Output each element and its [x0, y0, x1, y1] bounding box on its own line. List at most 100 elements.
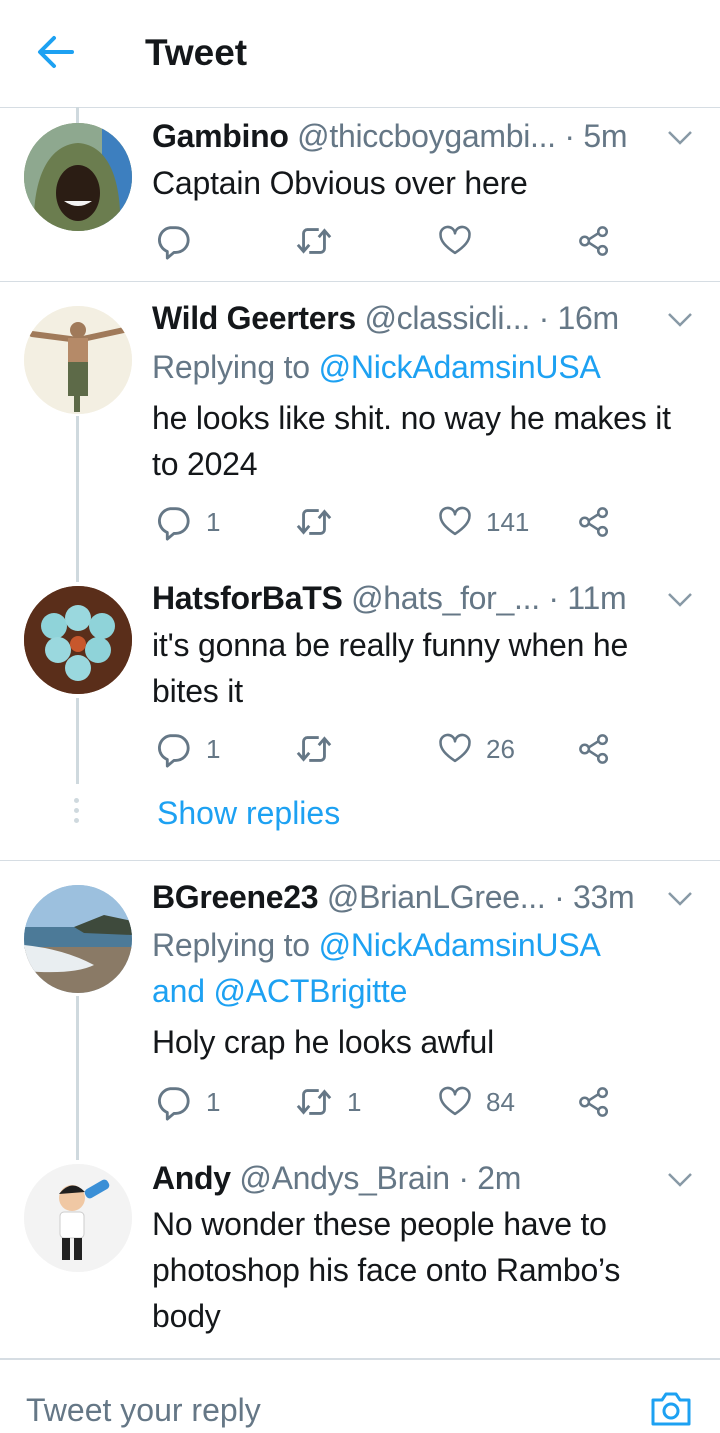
retweet-icon [295, 1083, 333, 1121]
reply-icon [154, 503, 192, 541]
tweet-header: HatsforBaTS @hats_for_... · 11m [152, 580, 627, 617]
camera-icon[interactable] [650, 1388, 692, 1428]
like-button[interactable] [438, 221, 472, 261]
share-button[interactable] [577, 502, 611, 542]
mention-link[interactable]: @NickAdamsinUSA [319, 927, 601, 963]
retweet-button[interactable] [295, 502, 333, 542]
tweet-text: it's gonna be really funny when he bites… [152, 627, 629, 709]
user-handle[interactable]: @Andys_Brain [239, 1160, 450, 1196]
replying-to: Replying to @NickAdamsinUSA [152, 344, 697, 390]
timestamp: · 5m [564, 118, 628, 154]
timestamp: · 16m [538, 300, 620, 336]
back-arrow-icon[interactable] [36, 30, 76, 74]
retweet-button[interactable] [295, 729, 333, 769]
reply-icon [154, 1083, 192, 1121]
avatar[interactable] [24, 885, 132, 993]
reply-icon [154, 730, 192, 768]
replying-to: Replying to @NickAdamsinUSA and @ACTBrig… [152, 922, 697, 1014]
top-bar: Tweet [0, 0, 720, 108]
tweet-header: Gambino @thiccboygambi... · 5m [152, 118, 627, 155]
share-icon [577, 732, 611, 766]
tweet-text: he looks like shit. no way he makes it t… [152, 400, 671, 482]
like-icon [438, 224, 472, 258]
tweet-text: Captain Obvious over here [152, 165, 528, 201]
reply-button[interactable]: 1 [154, 729, 220, 769]
share-button[interactable] [577, 221, 611, 261]
avatar[interactable] [24, 586, 132, 694]
like-button[interactable]: 26 [438, 729, 515, 769]
thread-line [76, 996, 79, 1160]
reply-count: 1 [206, 733, 221, 764]
reply-button[interactable] [154, 221, 192, 261]
like-count: 141 [486, 506, 530, 537]
tweet-actions: 1 1 84 [152, 1082, 622, 1122]
timestamp: · 33m [554, 879, 635, 915]
thread-dots [73, 798, 81, 828]
tweet-text: Holy crap he looks awful [152, 1024, 495, 1060]
mention-and: and [152, 973, 205, 1009]
share-icon [577, 1085, 611, 1119]
like-button[interactable]: 84 [438, 1082, 515, 1122]
thread-line [76, 416, 79, 582]
retweet-button[interactable]: 1 [295, 1082, 361, 1122]
avatar[interactable] [24, 306, 132, 414]
chevron-down-icon[interactable] [666, 1170, 694, 1190]
like-button[interactable]: 141 [438, 502, 529, 542]
display-name[interactable]: Wild Geerters [152, 300, 356, 336]
retweet-button[interactable] [295, 221, 333, 261]
user-handle[interactable]: @hats_for_... [351, 580, 540, 616]
user-handle[interactable]: @thiccboygambi... [297, 118, 556, 154]
tweet-header: BGreene23 @BrianLGree... · 33m [152, 879, 635, 916]
retweet-icon [295, 503, 333, 541]
tweet-actions: 1 26 [152, 729, 622, 769]
replying-to-prefix: Replying to [152, 927, 310, 963]
tweet-text: No wonder these people have to photoshop… [152, 1206, 621, 1334]
display-name[interactable]: BGreene23 [152, 879, 319, 915]
reply-count: 1 [206, 1086, 221, 1117]
tweet-header: Andy @Andys_Brain · 2m [152, 1160, 521, 1197]
display-name[interactable]: Gambino [152, 118, 289, 154]
reply-composer[interactable]: Tweet your reply [0, 1358, 720, 1433]
share-button[interactable] [577, 1082, 611, 1122]
tweet-actions: 1 141 [152, 502, 622, 542]
show-replies-link[interactable]: Show replies [157, 795, 340, 832]
thread-line [76, 698, 79, 784]
reply-icon [154, 222, 192, 260]
chevron-down-icon[interactable] [666, 590, 694, 610]
retweet-icon [295, 222, 333, 260]
share-icon [577, 224, 611, 258]
user-handle[interactable]: @BrianLGree... [327, 879, 546, 915]
user-handle[interactable]: @classicli... [364, 300, 530, 336]
divider [0, 281, 720, 282]
thread-line [76, 107, 79, 123]
display-name[interactable]: Andy [152, 1160, 231, 1196]
avatar[interactable] [24, 123, 132, 231]
chevron-down-icon[interactable] [666, 889, 694, 909]
like-icon [438, 1085, 472, 1119]
like-count: 84 [486, 1086, 515, 1117]
display-name[interactable]: HatsforBaTS [152, 580, 343, 616]
like-icon [438, 732, 472, 766]
mention-link[interactable]: @ACTBrigitte [214, 973, 408, 1009]
share-icon [577, 505, 611, 539]
share-button[interactable] [577, 729, 611, 769]
retweet-count: 1 [347, 1086, 362, 1117]
reply-button[interactable]: 1 [154, 502, 220, 542]
divider [0, 860, 720, 861]
tweet-header: Wild Geerters @classicli... · 16m [152, 300, 619, 337]
replying-to-prefix: Replying to [152, 349, 310, 385]
like-count: 26 [486, 733, 515, 764]
retweet-icon [295, 730, 333, 768]
reply-button[interactable]: 1 [154, 1082, 220, 1122]
like-icon [438, 505, 472, 539]
reply-input-placeholder[interactable]: Tweet your reply [26, 1392, 261, 1429]
timestamp: · 2m [458, 1160, 522, 1196]
avatar[interactable] [24, 1164, 132, 1272]
chevron-down-icon[interactable] [666, 310, 694, 330]
mention-link[interactable]: @NickAdamsinUSA [319, 349, 601, 385]
page-title: Tweet [145, 32, 248, 73]
tweet-actions [152, 221, 622, 261]
reply-count: 1 [206, 506, 221, 537]
timestamp: · 11m [548, 580, 627, 616]
chevron-down-icon[interactable] [666, 128, 694, 148]
